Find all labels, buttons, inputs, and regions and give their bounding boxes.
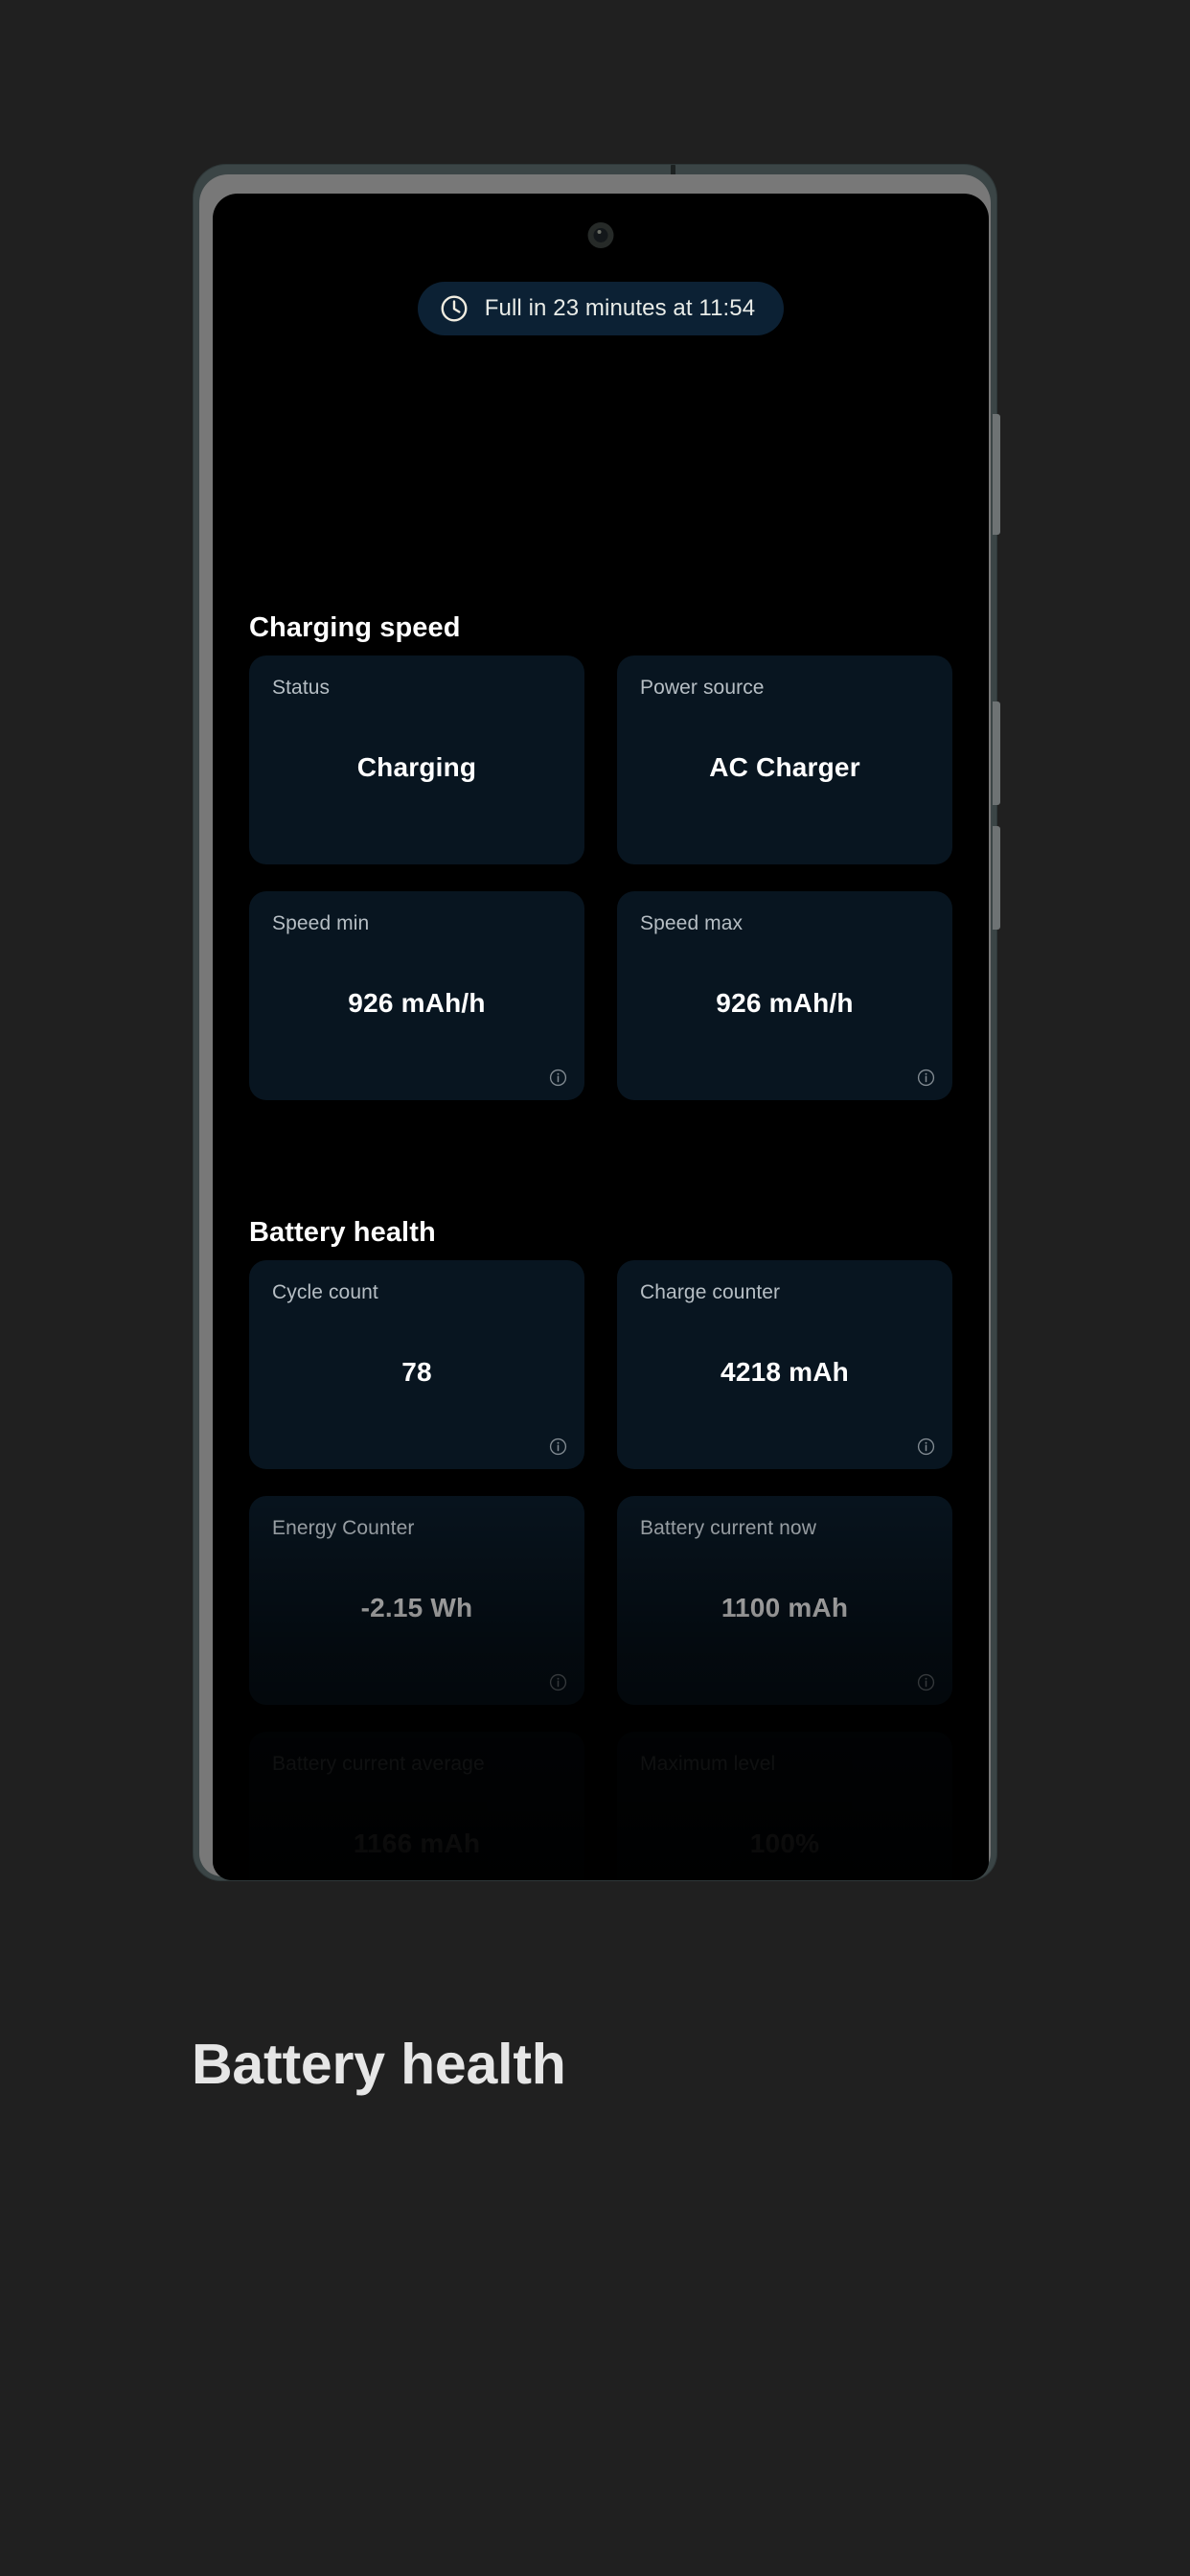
info-icon[interactable] [549, 1673, 567, 1691]
card-value: 100% [749, 1828, 820, 1858]
info-icon[interactable] [917, 1673, 935, 1691]
card-energy-counter[interactable]: Energy Counter -2.15 Wh [249, 1496, 584, 1705]
card-value: Charging [356, 752, 477, 782]
card-value: 4218 mAh [721, 1357, 849, 1387]
card-label: Battery current now [640, 1517, 816, 1539]
card-value: 1166 mAh [353, 1828, 481, 1858]
charge-status-pill[interactable]: Full in 23 minutes at 11:54 [417, 282, 785, 335]
info-icon[interactable] [917, 1069, 935, 1087]
clock-icon [441, 295, 468, 322]
section-title-battery-health: Battery health [249, 1217, 436, 1248]
info-icon[interactable] [549, 1069, 567, 1087]
info-icon[interactable] [549, 1438, 567, 1456]
info-icon[interactable] [917, 1438, 935, 1456]
charge-status-text: Full in 23 minutes at 11:54 [484, 295, 756, 321]
card-label: Cycle count [272, 1281, 378, 1303]
card-value: -2.15 Wh [360, 1593, 473, 1622]
card-label: Status [272, 677, 331, 699]
card-cycle-count[interactable]: Cycle count 78 [249, 1260, 584, 1469]
card-charge-counter[interactable]: Charge counter 4218 mAh [617, 1260, 952, 1469]
card-value: AC Charger [709, 752, 860, 782]
section-title-charging-speed: Charging speed [249, 612, 461, 643]
card-power-source[interactable]: Power source AC Charger [617, 656, 952, 864]
card-label: Charge counter [640, 1281, 781, 1303]
phone-body: Full in 23 minutes at 11:54 Charging spe… [194, 165, 1000, 1880]
card-value: 926 mAh/h [716, 988, 854, 1018]
card-value: 78 [401, 1357, 432, 1387]
page-caption: Battery health [192, 2033, 566, 2096]
card-speed-max[interactable]: Speed max 926 mAh/h [617, 891, 952, 1100]
card-label: Speed min [272, 912, 370, 934]
side-button-power[interactable] [993, 826, 1000, 930]
card-status[interactable]: Status Charging [249, 656, 584, 864]
card-value: 1100 mAh [721, 1593, 849, 1622]
side-button-volume-up[interactable] [993, 414, 1000, 535]
card-label: Speed max [640, 912, 744, 934]
card-battery-current-average[interactable]: Battery current average 1166 mAh [249, 1732, 584, 1880]
card-label: Power source [640, 677, 765, 699]
status-pill-row: Full in 23 minutes at 11:54 [213, 282, 989, 335]
side-button-volume-down[interactable] [993, 702, 1000, 805]
card-label: Maximum level [640, 1753, 776, 1775]
card-label: Battery current average [272, 1753, 485, 1775]
phone-screen: Full in 23 minutes at 11:54 Charging spe… [213, 194, 989, 1880]
card-battery-current-now[interactable]: Battery current now 1100 mAh [617, 1496, 952, 1705]
card-speed-min[interactable]: Speed min 926 mAh/h [249, 891, 584, 1100]
card-label: Energy Counter [272, 1517, 415, 1539]
battery-health-card-grid: Cycle count 78 Charge counter 4218 mAh E… [249, 1260, 952, 1880]
card-maximum-level[interactable]: Maximum level 100% [617, 1732, 952, 1880]
phone-rim: Full in 23 minutes at 11:54 Charging spe… [199, 174, 991, 1880]
charging-speed-card-grid: Status Charging Power source AC Charger [249, 656, 952, 1100]
card-value: 926 mAh/h [348, 988, 486, 1018]
phone-mockup: Full in 23 minutes at 11:54 Charging spe… [194, 165, 1000, 1880]
battery-app-screen: Full in 23 minutes at 11:54 Charging spe… [213, 194, 989, 1880]
